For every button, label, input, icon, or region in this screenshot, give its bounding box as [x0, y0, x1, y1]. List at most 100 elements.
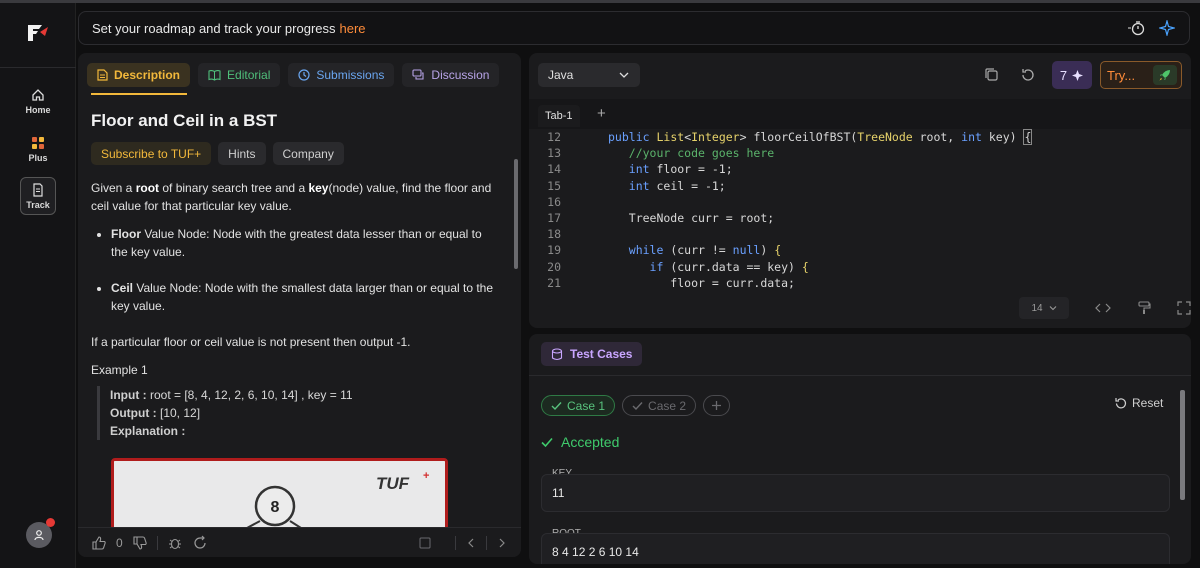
file-tab-1[interactable]: Tab-1	[538, 105, 580, 127]
reset-button[interactable]: Reset	[1114, 396, 1163, 410]
app-logo-icon[interactable]	[26, 23, 50, 43]
tab-editorial-label: Editorial	[227, 68, 271, 82]
code-text: int floor = -1;	[628, 162, 733, 177]
example-title: Example 1	[91, 363, 148, 377]
left-rail: Home Plus Track	[0, 3, 76, 568]
code-line: 20 if (curr.data == key) {	[529, 259, 1191, 275]
hints-chip[interactable]: Hints	[218, 142, 266, 165]
code-brackets-icon[interactable]	[1095, 302, 1111, 314]
code-text: public List<Integer> floorCeilOfBST(Tree…	[608, 129, 1033, 145]
tab-test-cases[interactable]: Test Cases	[541, 342, 643, 366]
plus-icon	[712, 401, 722, 410]
intro-text-2: of binary search tree and a	[159, 181, 309, 195]
root-value: 8 4 12 2 6 10 14	[552, 545, 639, 559]
output-value: [10, 12]	[156, 406, 201, 420]
reset-code-icon[interactable]	[1020, 67, 1036, 83]
tuf-logo-text: TUF	[376, 474, 410, 493]
company-chip[interactable]: Company	[272, 142, 344, 165]
add-case-button[interactable]	[703, 395, 731, 416]
top-border	[0, 0, 1200, 3]
case-tabs: Case 1 Case 2	[541, 395, 731, 416]
example-input: Input : root = [8, 4, 12, 2, 6, 10, 14] …	[110, 386, 501, 404]
explanation-label: Explanation :	[110, 424, 186, 438]
nav-plus-label: Plus	[28, 152, 48, 163]
banner-icons	[1127, 20, 1175, 36]
subscribe-chip[interactable]: Subscribe to TUF+	[91, 142, 212, 165]
bug-icon[interactable]	[168, 536, 182, 550]
root-node-label: 8	[271, 499, 280, 516]
footer-divider	[156, 535, 158, 550]
code-line: 21 floor = curr.data;	[529, 275, 1191, 291]
line-number: 19	[547, 243, 561, 258]
square-icon[interactable]	[419, 537, 431, 549]
tab-discussion[interactable]: Discussion	[402, 63, 500, 87]
problem-tabs: Description Editorial Submissions Discus…	[87, 63, 500, 87]
language-select[interactable]: Java	[538, 63, 640, 87]
code-text: floor = curr.data;	[608, 275, 795, 290]
nav-home[interactable]: Home	[20, 83, 56, 119]
chevron-right-icon[interactable]	[497, 537, 507, 549]
case-2-tab[interactable]: Case 2	[622, 395, 697, 416]
fullscreen-icon[interactable]	[1177, 301, 1191, 315]
code-text: int ceil = -1;	[628, 178, 726, 193]
description-scrollbar[interactable]	[514, 99, 518, 279]
key-value: 11	[552, 486, 565, 500]
chevron-down-icon	[619, 72, 629, 78]
line-number: 17	[547, 210, 561, 225]
code-line: 16	[529, 194, 1191, 210]
check-icon	[551, 401, 562, 410]
intro-text-1: Given a	[91, 181, 136, 195]
ai-credits-count: 7	[1059, 67, 1068, 83]
chevron-left-icon[interactable]	[466, 537, 476, 549]
root-field[interactable]: 8 4 12 2 6 10 14	[541, 533, 1170, 564]
thumbs-down-icon[interactable]	[133, 535, 147, 550]
intro-bold-key: key	[308, 181, 329, 195]
roadmap-banner: Set your roadmap and track your progress…	[78, 11, 1190, 45]
problem-title: Floor and Ceil in a BST	[91, 111, 278, 130]
try-button[interactable]: Try...	[1100, 61, 1182, 89]
code-area[interactable]: 12 public List<Integer> floorCeilOfBST(Tr…	[529, 129, 1191, 297]
scrollbar-thumb[interactable]	[1180, 390, 1185, 500]
line-number: 15	[547, 178, 561, 193]
thumbs-up-icon[interactable]	[92, 535, 106, 550]
chat-icon	[412, 69, 424, 80]
banner-link[interactable]: here	[340, 21, 366, 36]
nav-track-label: Track	[26, 199, 50, 210]
add-tab-icon[interactable]: +	[597, 105, 606, 122]
like-count: 0	[116, 535, 123, 550]
ai-credits-button[interactable]: 7	[1052, 61, 1092, 89]
sparkle-icon[interactable]	[1159, 20, 1175, 36]
format-icon[interactable]	[1137, 301, 1151, 315]
font-size-select[interactable]: 14	[1019, 297, 1069, 319]
key-field[interactable]: 11	[541, 474, 1170, 512]
problem-intro: Given a root of binary search tree and a…	[91, 179, 501, 215]
refresh-icon[interactable]	[192, 535, 208, 551]
line-number: 13	[547, 146, 561, 161]
tab-submissions[interactable]: Submissions	[288, 63, 395, 87]
sparkle-star-icon	[1072, 69, 1084, 81]
tab-editorial[interactable]: Editorial	[198, 63, 281, 87]
tab-description[interactable]: Description	[87, 63, 191, 87]
code-line: 18	[529, 226, 1191, 242]
code-line: 14 int floor = -1;	[529, 161, 1191, 177]
footer-divider-2	[455, 535, 456, 550]
check-icon	[541, 437, 553, 447]
check-icon	[632, 401, 643, 410]
home-icon	[32, 88, 44, 101]
copy-icon[interactable]	[984, 67, 1000, 83]
scrollbar-thumb[interactable]	[514, 159, 518, 269]
input-label: Input :	[110, 388, 147, 402]
list-item-floor: Floor Value Node: Node with the greatest…	[111, 225, 501, 261]
case-1-tab[interactable]: Case 1	[541, 395, 616, 416]
timer-icon[interactable]	[1127, 20, 1145, 36]
example-explanation: Explanation :	[110, 422, 501, 440]
tests-scrollbar[interactable]	[1180, 382, 1185, 562]
nav-track[interactable]: Track	[20, 177, 56, 215]
code-line: 17 TreeNode curr = root;	[529, 210, 1191, 226]
code-text: while (curr != null) {	[628, 243, 782, 258]
output-label: Output :	[110, 406, 157, 420]
code-line: 19 while (curr != null) {	[529, 242, 1191, 258]
nav-plus[interactable]: Plus	[20, 131, 56, 167]
input-value: root = [8, 4, 12, 2, 6, 10, 14] , key = …	[146, 388, 353, 402]
chevron-down-icon	[1049, 306, 1056, 311]
